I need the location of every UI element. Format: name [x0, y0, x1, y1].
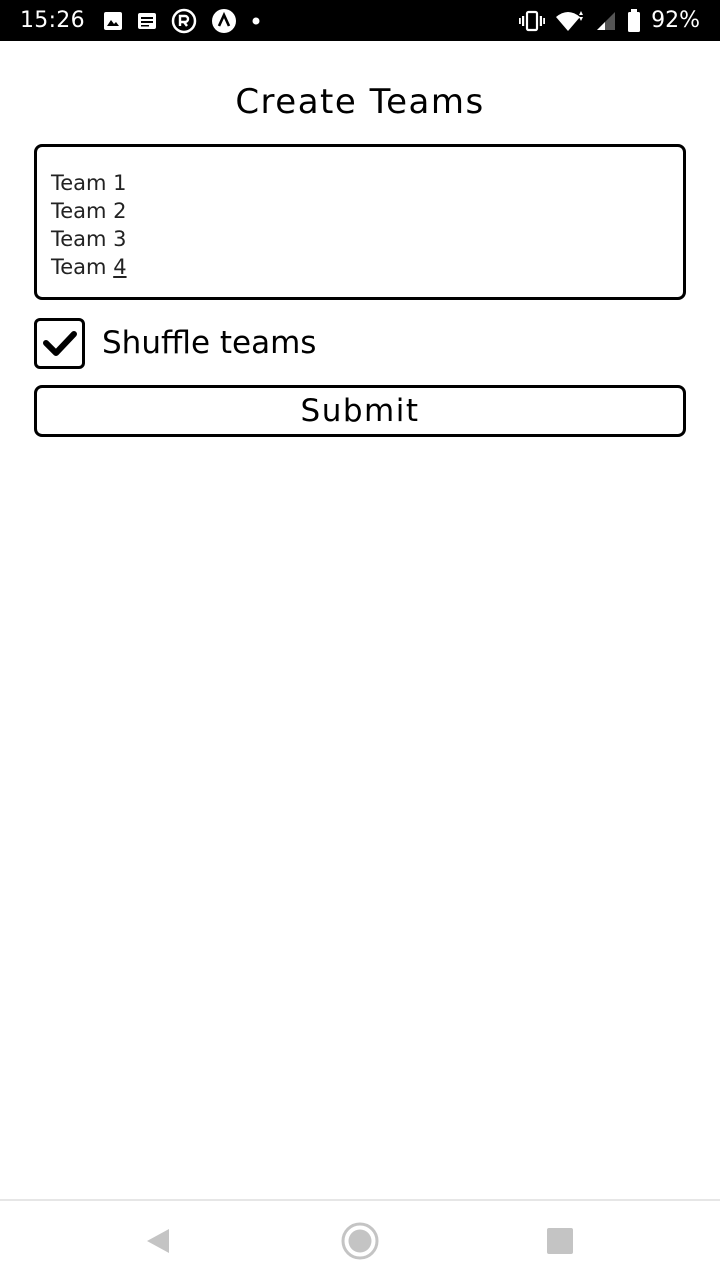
notes-icon [137, 11, 157, 31]
page-title: Create Teams [235, 82, 485, 122]
status-time: 15:26 [20, 8, 85, 33]
battery-icon [627, 8, 641, 33]
home-button[interactable] [334, 1215, 386, 1267]
team-line-underlined-text: 4 [113, 255, 127, 279]
home-icon [341, 1222, 379, 1260]
image-icon [103, 11, 123, 31]
wifi-icon [555, 9, 585, 33]
back-icon [147, 1229, 169, 1253]
team-line: Team 1 [51, 171, 127, 195]
recents-button[interactable] [534, 1215, 586, 1267]
battery-percent: 92% [651, 8, 700, 33]
back-button[interactable] [132, 1215, 184, 1267]
status-bar: 15:26 92% [0, 0, 720, 41]
team-line-last: Team 4 [51, 253, 669, 281]
team-line: Team 3 [51, 227, 127, 251]
recents-icon [547, 1228, 573, 1254]
dot-icon [251, 16, 261, 26]
status-bar-left: 15:26 [20, 0, 275, 41]
r-app-icon [171, 8, 197, 34]
shuffle-checkbox[interactable] [34, 317, 85, 369]
submit-button[interactable]: Submit [34, 385, 686, 437]
navigation-bar [0, 1199, 720, 1280]
teams-textarea[interactable]: Team 1 Team 2 Team 3 Team 4 [34, 144, 686, 300]
checkmark-icon [42, 331, 77, 356]
vibrate-icon [519, 10, 546, 32]
shuffle-row: Shuffle teams [34, 317, 316, 369]
shuffle-label[interactable]: Shuffle teams [102, 323, 316, 363]
team-line-text: Team [51, 255, 114, 279]
status-bar-right: 92% [519, 0, 700, 41]
caret-app-icon [211, 8, 237, 34]
team-line: Team 2 [51, 199, 127, 223]
signal-icon [595, 10, 617, 32]
